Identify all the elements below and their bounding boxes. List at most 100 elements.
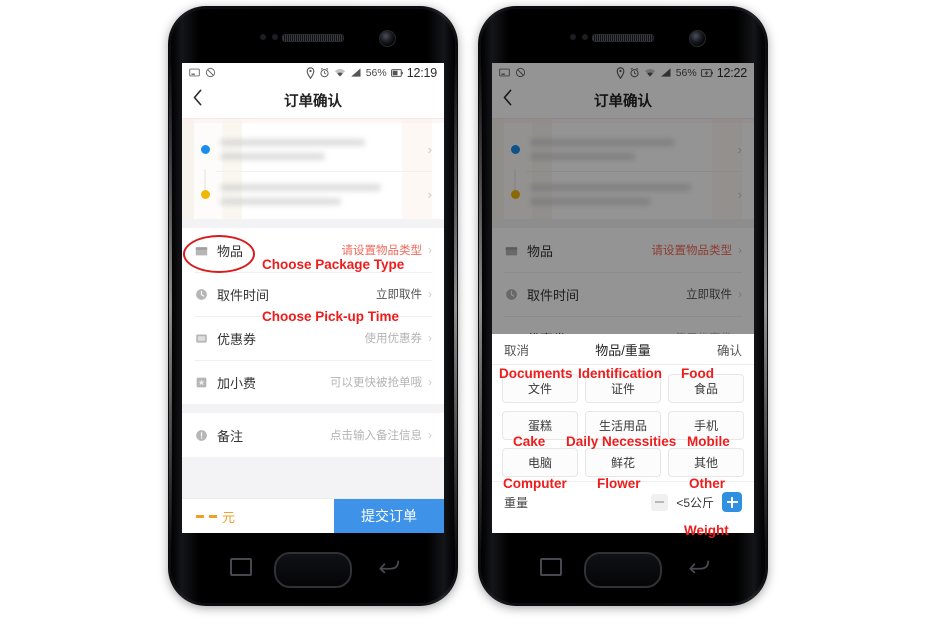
wifi-icon	[334, 69, 345, 77]
row-label: 取件时间	[217, 287, 270, 303]
address-card-left: › ›	[182, 119, 444, 219]
screen-left: 56% 12:19 订单确认 › › 物品 请设置物品类型 › 取件时间 立即取…	[182, 63, 444, 533]
front-camera-icon	[689, 30, 706, 47]
annotation-food: Food	[681, 366, 714, 381]
category-other[interactable]: 其他	[668, 448, 744, 477]
status-bar-left-icons	[189, 67, 216, 78]
row-label: 加小费	[217, 375, 257, 391]
coupon-icon	[194, 331, 209, 346]
category-label: 文件	[527, 382, 552, 396]
weight-label: 重量	[504, 495, 529, 510]
back-icon[interactable]	[378, 558, 400, 574]
no-sync-icon	[205, 67, 216, 78]
recents-icon[interactable]	[540, 558, 562, 576]
hardware-nav-bar-left	[168, 538, 458, 600]
category-computer[interactable]: 电脑	[502, 448, 578, 477]
sheet-confirm-button[interactable]: 确认	[717, 340, 742, 359]
category-flower[interactable]: 鲜花	[585, 448, 661, 477]
category-label: 其他	[693, 456, 718, 470]
row-value: 请设置物品类型	[341, 245, 423, 257]
home-button[interactable]	[274, 552, 352, 588]
annotation-mobile: Mobile	[687, 434, 730, 449]
phone-left: 56% 12:19 订单确认 › › 物品 请设置物品类型 › 取件时间 立即取…	[168, 6, 458, 606]
proximity-sensor-icon	[260, 34, 266, 40]
weight-plus-button[interactable]	[722, 492, 742, 512]
sheet-header: 取消 物品/重量 确认	[492, 334, 754, 365]
earpiece-speaker	[282, 34, 344, 42]
annotation-weight: Weight	[684, 523, 729, 538]
clock-left: 12:19	[406, 65, 437, 80]
category-label: 生活用品	[598, 419, 647, 433]
category-label: 鲜花	[610, 456, 635, 470]
chevron-right-icon: ›	[428, 375, 432, 389]
row-value: 可以更快被抢单哦	[330, 377, 422, 389]
phone-edge-highlight-right	[764, 60, 767, 552]
weight-stepper: <5公斤	[651, 492, 742, 512]
modal-dim-overlay[interactable]	[492, 63, 754, 334]
chevron-right-icon: ›	[428, 243, 432, 257]
chevron-right-icon: ›	[427, 141, 432, 157]
light-sensor-icon	[582, 34, 588, 40]
row-tip[interactable]: 加小费 可以更快被抢单哦 ›	[182, 360, 444, 404]
pickup-dot-icon	[194, 144, 216, 199]
proximity-sensor-icon	[570, 34, 576, 40]
submit-order-button[interactable]: 提交订单	[334, 499, 444, 533]
battery-icon	[390, 68, 403, 77]
sheet-cancel-button[interactable]: 取消	[504, 340, 529, 359]
annotation-flower: Flower	[597, 476, 641, 491]
pickup-address-row[interactable]: ›	[182, 127, 444, 199]
page-title: 订单确认	[284, 93, 342, 110]
annotation-identification: Identification	[578, 366, 662, 381]
status-bar-left: 56% 12:19	[182, 63, 444, 82]
dropoff-address-redacted	[216, 183, 422, 205]
battery-percent-left: 56%	[365, 66, 387, 79]
alarm-icon	[320, 67, 329, 78]
row-value: 立即取件	[376, 289, 422, 301]
phone-edge-highlight-left	[169, 60, 172, 552]
chevron-right-icon: ›	[428, 428, 432, 442]
back-icon[interactable]	[688, 558, 710, 574]
category-label: 食品	[693, 382, 718, 396]
annotation-choose-package-type: Choose Package Type	[262, 257, 405, 272]
row-value: 使用优惠券	[364, 333, 423, 345]
dropoff-address-row[interactable]: ›	[182, 172, 444, 216]
category-label: 蛋糕	[527, 419, 552, 433]
back-chevron-icon[interactable]	[193, 89, 202, 111]
phone-edge-highlight-right	[454, 60, 457, 552]
row-value: 点击输入备注信息	[330, 430, 422, 442]
weight-minus-button[interactable]	[651, 493, 669, 511]
price-placeholder-dash	[196, 514, 204, 518]
chevron-right-icon: ›	[428, 287, 432, 301]
annotation-daily-necessities: Daily Necessities	[566, 434, 677, 449]
status-bar-right-icons: 56% 12:19	[306, 66, 437, 80]
home-button[interactable]	[584, 552, 662, 588]
hardware-nav-bar-right	[478, 538, 768, 600]
bottom-action-bar: 元 提交订单	[182, 498, 444, 533]
annotation-cake: Cake	[513, 434, 546, 449]
screenshot-icon	[189, 68, 200, 77]
section-gap	[182, 404, 444, 413]
annotation-computer: Computer	[503, 476, 567, 491]
light-sensor-icon	[272, 34, 278, 40]
price-currency: 元	[222, 509, 236, 525]
category-label: 电脑	[527, 456, 552, 470]
phone-edge-highlight-left	[479, 60, 482, 552]
earpiece-speaker	[592, 34, 654, 42]
category-label: 手机	[693, 419, 718, 433]
address-rows: › ›	[182, 119, 444, 216]
location-icon	[306, 66, 315, 79]
dropoff-dot-icon	[194, 189, 216, 199]
category-grid: 文件 证件 食品 蛋糕 生活用品 手机 电脑 鲜花 其他	[492, 365, 754, 481]
row-label: 备注	[217, 428, 244, 444]
weight-value: <5公斤	[676, 495, 714, 510]
row-note[interactable]: 备注 点击输入备注信息 ›	[182, 413, 444, 457]
price-placeholder-dash	[209, 514, 217, 518]
category-label: 证件	[610, 382, 635, 396]
annotation-documents: Documents	[499, 366, 573, 381]
recents-icon[interactable]	[230, 558, 252, 576]
tip-icon	[194, 375, 209, 390]
clock-icon	[194, 287, 209, 302]
row-group-note: 备注 点击输入备注信息 ›	[182, 413, 444, 457]
chevron-right-icon: ›	[428, 331, 432, 345]
annotation-other: Other	[689, 476, 726, 491]
